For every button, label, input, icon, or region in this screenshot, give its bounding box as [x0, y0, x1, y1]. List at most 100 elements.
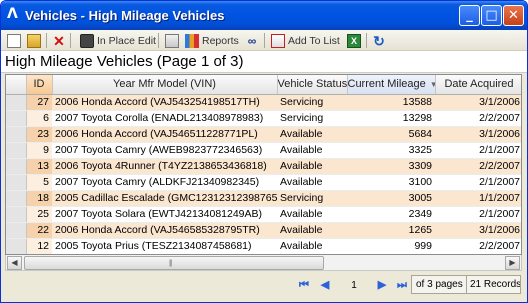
- cell-date: 2/2/2007: [435, 110, 521, 127]
- row-selector[interactable]: [6, 238, 27, 254]
- toolbar-separator: [366, 33, 367, 48]
- cell-date: 1/1/2007: [435, 190, 521, 207]
- reports-label: Reports: [202, 34, 239, 47]
- cell-id: 23: [26, 126, 52, 143]
- minimize-icon: _: [466, 8, 473, 23]
- cell-mileage: 5684: [347, 126, 435, 143]
- cell-mileage: 3100: [347, 174, 435, 191]
- add-to-list-button[interactable]: Add To List: [271, 32, 340, 49]
- new-document-icon: [7, 33, 21, 48]
- cell-vehicle: 2007 Toyota Corolla (ENADL213408978983): [52, 110, 277, 127]
- export-excel-button[interactable]: X: [347, 32, 364, 49]
- table-row[interactable]: 12 2005 Toyota Prius (TESZ2134087458681) A…: [6, 238, 521, 254]
- excel-export-icon: X: [347, 33, 361, 48]
- delete-button[interactable]: ✕: [52, 32, 69, 49]
- row-selector[interactable]: [6, 142, 27, 159]
- close-button[interactable]: ✕: [503, 5, 524, 26]
- print-report-button[interactable]: [165, 32, 182, 49]
- cell-id: 12: [26, 238, 52, 254]
- cell-mileage: 1265: [347, 222, 435, 239]
- table-row[interactable]: 5 2007 Toyota Camry (ALDKFJ21340982345) Av…: [6, 174, 521, 191]
- table-row[interactable]: 13 2006 Toyota 4Runner (T4YZ2138653436818…: [6, 158, 521, 175]
- cell-date: 2/2/2007: [435, 238, 521, 254]
- reports-button[interactable]: Reports: [185, 32, 239, 49]
- scroll-left-button[interactable]: ◀: [7, 256, 22, 270]
- table-row[interactable]: 9 2007 Toyota Camry (AWEB9823772346563) Av…: [6, 142, 521, 159]
- maximize-icon: □: [485, 8, 498, 23]
- table-row[interactable]: 22 2006 Honda Accord (VAJ546585328795TR) A…: [6, 222, 521, 239]
- row-selector[interactable]: [6, 206, 27, 223]
- scroll-right-button[interactable]: ▶: [505, 256, 520, 270]
- cell-date: 3/1/2006: [435, 94, 521, 111]
- horizontal-scrollbar[interactable]: ◀ ||| ▶: [5, 255, 522, 271]
- in-place-edit-label: In Place Edit: [97, 34, 156, 47]
- row-selector[interactable]: [6, 190, 27, 207]
- bar-chart-icon: [185, 33, 199, 48]
- row-selector[interactable]: [6, 222, 27, 239]
- cell-status: Available: [277, 238, 347, 254]
- cell-status: Available: [277, 126, 347, 143]
- cell-status: Servicing: [277, 94, 347, 111]
- page-count-label: of 3 pages: [411, 275, 468, 294]
- toolbar-separator: [264, 33, 265, 48]
- header-row: ID Year Mfr Model (VIN) Vehicle Status C…: [6, 75, 521, 95]
- last-page-button[interactable]: ⏭: [395, 278, 409, 292]
- cell-date: 3/1/2006: [435, 126, 521, 143]
- add-to-list-label: Add To List: [288, 34, 340, 47]
- minimize-button[interactable]: _: [459, 5, 480, 26]
- title-bar[interactable]: Λ Vehicles - High Mileage Vehicles _ □ ✕: [1, 1, 527, 30]
- first-page-icon: ⏮: [299, 279, 309, 291]
- row-selector[interactable]: [6, 110, 27, 127]
- cell-status: Servicing: [277, 190, 347, 207]
- vehicles-table: ID Year Mfr Model (VIN) Vehicle Status C…: [6, 75, 521, 254]
- cell-vehicle: 2006 Honda Accord (VAJ546511228771PL): [52, 126, 277, 143]
- cell-vehicle: 2006 Honda Accord (VAJ543254198517TH): [52, 94, 277, 111]
- page-title: High Mileage Vehicles (Page 1 of 3): [1, 51, 527, 73]
- scrollbar-thumb[interactable]: |||: [24, 256, 324, 270]
- table-row[interactable]: 27 2006 Honda Accord (VAJ543254198517TH) S…: [6, 94, 521, 111]
- cell-mileage: 3309: [347, 158, 435, 175]
- table-row[interactable]: 25 2007 Toyota Solara (EWTJ42134081249AB)…: [6, 206, 521, 223]
- toolbar-separator: [46, 33, 47, 48]
- next-page-button[interactable]: ▶: [375, 278, 389, 292]
- previous-page-button[interactable]: ◀: [318, 278, 332, 292]
- cell-vehicle: 2005 Toyota Prius (TESZ2134087458681): [52, 238, 277, 254]
- first-page-button[interactable]: ⏮: [297, 278, 311, 292]
- refresh-button[interactable]: ↻: [372, 32, 389, 49]
- row-selector[interactable]: [6, 126, 27, 143]
- column-header-vehicle[interactable]: Year Mfr Model (VIN): [52, 75, 278, 95]
- open-button[interactable]: [27, 32, 44, 49]
- cell-id: 9: [26, 142, 52, 159]
- cell-vehicle: 2007 Toyota Solara (EWTJ42134081249AB): [52, 206, 277, 223]
- toolbar-separator: [158, 33, 159, 48]
- app-logo-icon: Λ: [7, 6, 18, 22]
- row-selector[interactable]: [6, 94, 27, 111]
- page-number-input[interactable]: [338, 277, 370, 293]
- maximize-button[interactable]: □: [481, 5, 502, 26]
- column-header-date[interactable]: Date Acquired: [435, 75, 521, 95]
- table-row[interactable]: 18 2005 Cadillac Escalade (GMC12312312398…: [6, 190, 521, 207]
- cell-status: Servicing: [277, 110, 347, 127]
- cell-vehicle: 2007 Toyota Camry (ALDKFJ21340982345): [52, 174, 277, 191]
- app-window: Λ Vehicles - High Mileage Vehicles _ □ ✕…: [0, 0, 528, 303]
- cell-vehicle: 2007 Toyota Camry (AWEB9823772346563): [52, 142, 277, 159]
- next-page-icon: ▶: [377, 279, 387, 291]
- cell-status: Available: [277, 174, 347, 191]
- row-selector-header[interactable]: [6, 75, 27, 95]
- column-header-mileage[interactable]: Current Mileage ▼: [347, 75, 436, 95]
- cell-mileage: 3005: [347, 190, 435, 207]
- column-header-id[interactable]: ID: [26, 75, 53, 95]
- pager: ⏮ ◀ ▶ ⏭ of 3 pages 21 Records: [1, 273, 527, 302]
- record-count-label: 21 Records: [466, 275, 521, 294]
- find-button[interactable]: ∞: [245, 32, 262, 49]
- in-place-edit-button[interactable]: In Place Edit: [80, 32, 156, 49]
- row-selector[interactable]: [6, 174, 27, 191]
- table-row[interactable]: 6 2007 Toyota Corolla (ENADL213408978983)…: [6, 110, 521, 127]
- column-header-status[interactable]: Vehicle Status: [277, 75, 348, 95]
- toolbar: ✕ In Place Edit Reports ∞ Add To List X …: [1, 30, 527, 51]
- previous-page-icon: ◀: [320, 279, 330, 291]
- table-row[interactable]: 23 2006 Honda Accord (VAJ546511228771PL) A…: [6, 126, 521, 143]
- new-button[interactable]: [7, 32, 24, 49]
- row-selector[interactable]: [6, 158, 27, 175]
- cell-date: 2/1/2007: [435, 142, 521, 159]
